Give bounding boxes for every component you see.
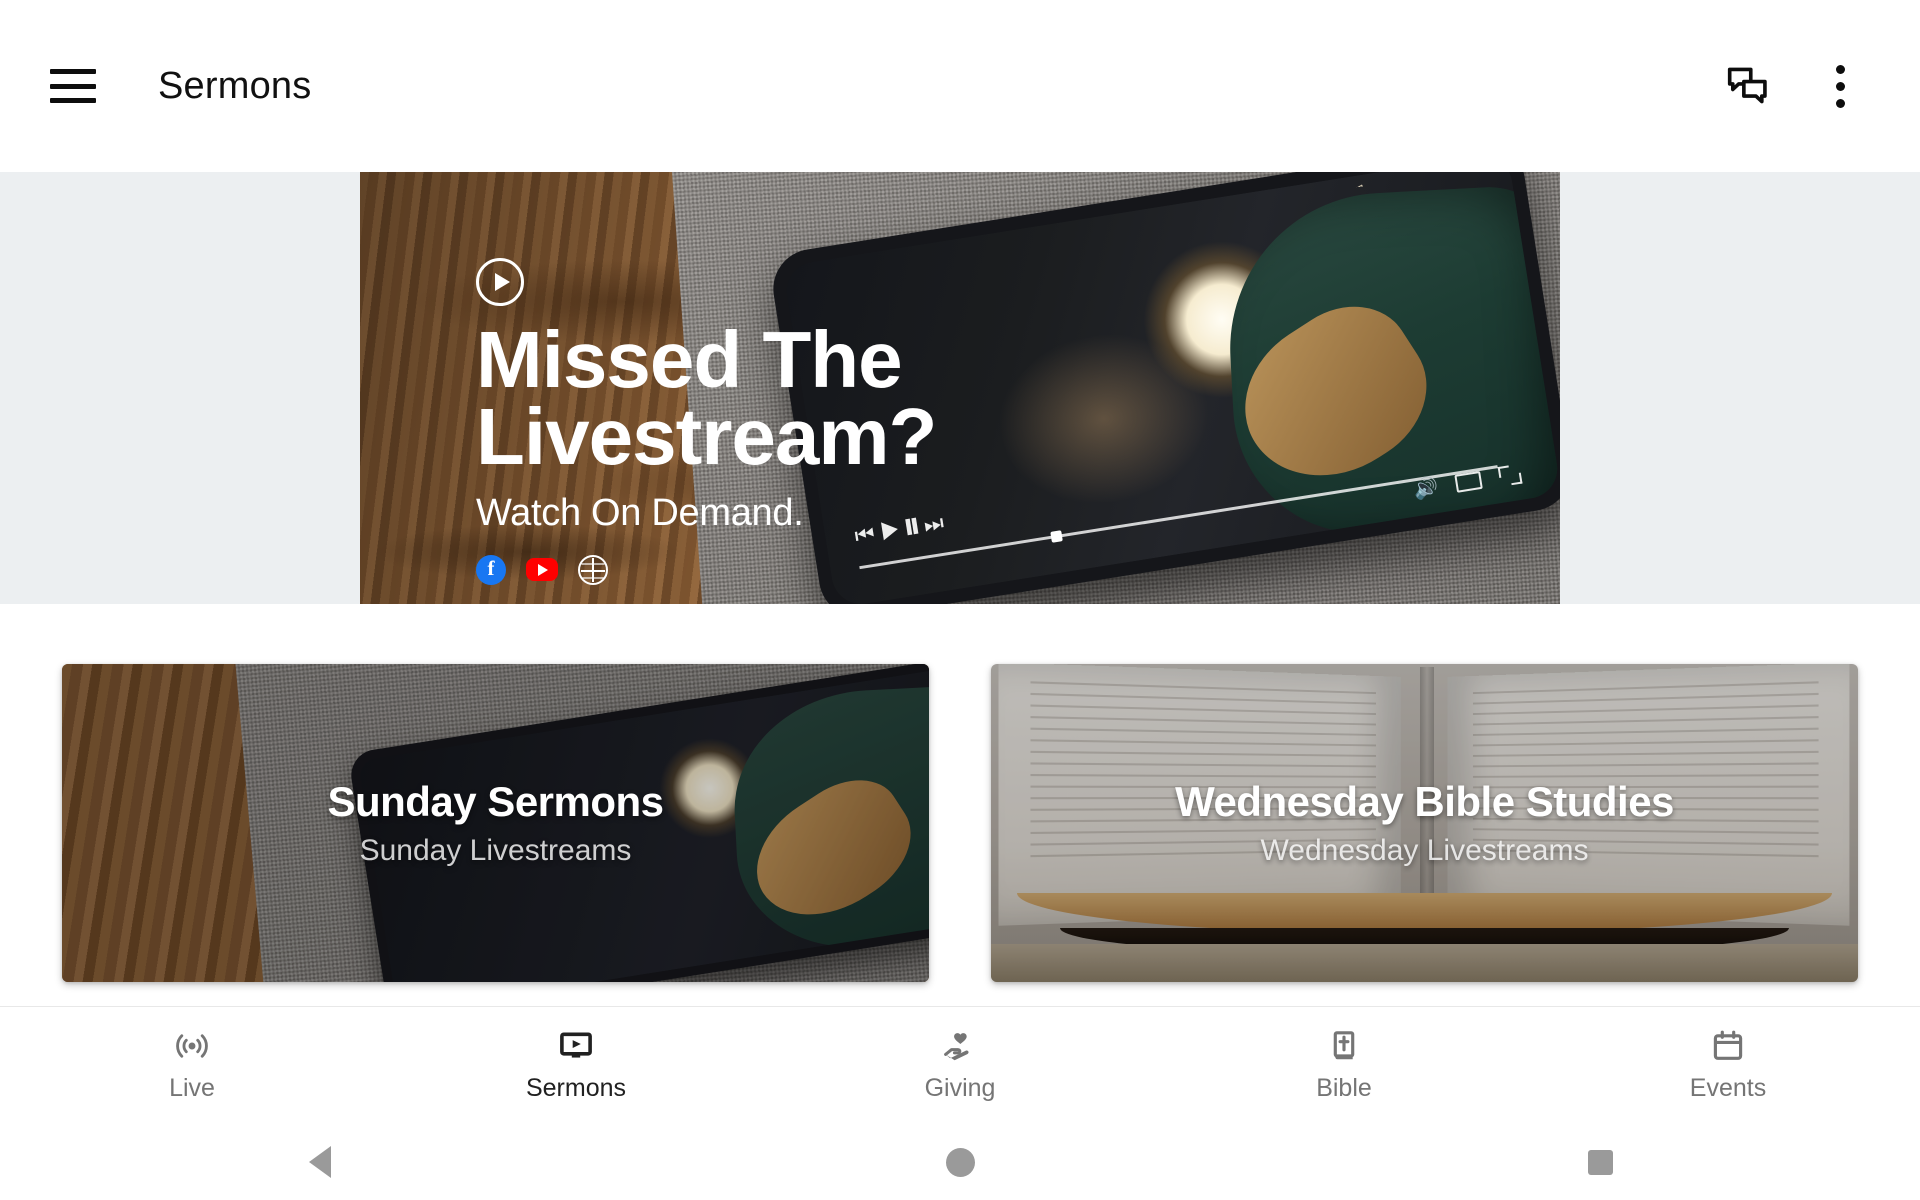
hero-subtitle: Watch On Demand. bbox=[476, 491, 804, 534]
overflow-dots bbox=[1835, 62, 1845, 110]
android-recents-button[interactable] bbox=[1280, 1149, 1920, 1175]
app-bar: Sermons bbox=[0, 0, 1920, 172]
circle-home-icon bbox=[945, 1147, 975, 1177]
hero-banner[interactable]: ⏮ ▶ ❙❙ ⏭ 🔊 Missed The Livestream? Watch … bbox=[360, 172, 1560, 604]
triangle-back-icon bbox=[309, 1146, 331, 1178]
hand-heart-icon bbox=[942, 1028, 978, 1064]
android-home-button[interactable] bbox=[640, 1147, 1280, 1177]
website-globe-icon[interactable] bbox=[578, 554, 608, 585]
nav-label: Live bbox=[169, 1074, 215, 1102]
nav-label: Events bbox=[1689, 1074, 1767, 1102]
hamburger-line bbox=[50, 83, 96, 89]
android-back-button[interactable] bbox=[0, 1146, 640, 1178]
play-triangle bbox=[494, 273, 510, 291]
hero-content: Missed The Livestream? Watch On Demand. … bbox=[476, 258, 937, 585]
hamburger-line bbox=[50, 98, 96, 103]
nav-label: Giving bbox=[924, 1074, 996, 1102]
card-wednesday-bible-studies[interactable]: Wednesday Bible Studies Wednesday Livest… bbox=[991, 664, 1858, 982]
hamburger-menu-icon[interactable] bbox=[50, 69, 96, 103]
tv-play-icon bbox=[558, 1028, 594, 1064]
forum-chat-icon[interactable] bbox=[1716, 54, 1780, 118]
dot bbox=[1835, 81, 1845, 91]
card-subtitle: Wednesday Livestreams bbox=[1260, 834, 1589, 867]
bottom-navigation: Live Sermons Giving Bible Events bbox=[0, 1006, 1920, 1124]
nav-item-sermons[interactable]: Sermons bbox=[384, 1028, 768, 1103]
nav-item-giving[interactable]: Giving bbox=[768, 1028, 1152, 1103]
youtube-play-triangle bbox=[538, 563, 548, 576]
dot bbox=[1835, 98, 1845, 108]
broadcast-live-icon bbox=[174, 1028, 210, 1064]
card-subtitle: Sunday Livestreams bbox=[359, 834, 632, 867]
hamburger-line bbox=[50, 69, 96, 74]
nav-item-bible[interactable]: Bible bbox=[1152, 1028, 1536, 1103]
nav-item-live[interactable]: Live bbox=[0, 1028, 384, 1103]
card-sunday-sermons[interactable]: Sunday Sermons Sunday Livestreams bbox=[62, 664, 929, 982]
play-circle-icon[interactable] bbox=[476, 258, 524, 306]
square-recents-icon bbox=[1587, 1149, 1613, 1175]
nav-item-events[interactable]: Events bbox=[1536, 1028, 1920, 1103]
hero-title-line2: Livestream? bbox=[476, 391, 937, 481]
hero-title-line1: Missed The bbox=[476, 315, 903, 404]
sermon-cards: Sunday Sermons Sunday Livestreams Wednes… bbox=[0, 604, 1920, 1006]
nav-label: Sermons bbox=[525, 1074, 627, 1102]
page-title: Sermons bbox=[158, 64, 312, 107]
hero-title: Missed The Livestream? bbox=[476, 315, 937, 481]
nav-label: Bible bbox=[1316, 1074, 1372, 1102]
book-cross-icon bbox=[1326, 1028, 1362, 1064]
app-screen: Sermons ⏮ ▶ ❙❙ ⏭ 🔊 Missed The Livestream… bbox=[0, 0, 1920, 1200]
hero-band: ⏮ ▶ ❙❙ ⏭ 🔊 Missed The Livestream? Watch … bbox=[0, 172, 1920, 604]
volume-icon: 🔊 bbox=[1411, 475, 1441, 502]
card-title: Wednesday Bible Studies bbox=[1175, 778, 1674, 825]
card-wednesday-text: Wednesday Bible Studies Wednesday Livest… bbox=[991, 664, 1858, 982]
dot bbox=[1835, 64, 1845, 74]
card-sunday-text: Sunday Sermons Sunday Livestreams bbox=[62, 664, 929, 982]
youtube-icon[interactable] bbox=[526, 558, 558, 582]
more-vert-icon[interactable] bbox=[1808, 54, 1872, 118]
fullscreen-icon bbox=[1498, 463, 1523, 486]
progress-thumb bbox=[1050, 530, 1064, 544]
calendar-icon bbox=[1710, 1028, 1746, 1064]
facebook-icon[interactable]: f bbox=[476, 554, 506, 585]
android-system-navigation bbox=[0, 1124, 1920, 1200]
pip-icon bbox=[1454, 470, 1484, 493]
hero-social-links: f bbox=[476, 554, 936, 585]
card-title: Sunday Sermons bbox=[327, 778, 664, 825]
